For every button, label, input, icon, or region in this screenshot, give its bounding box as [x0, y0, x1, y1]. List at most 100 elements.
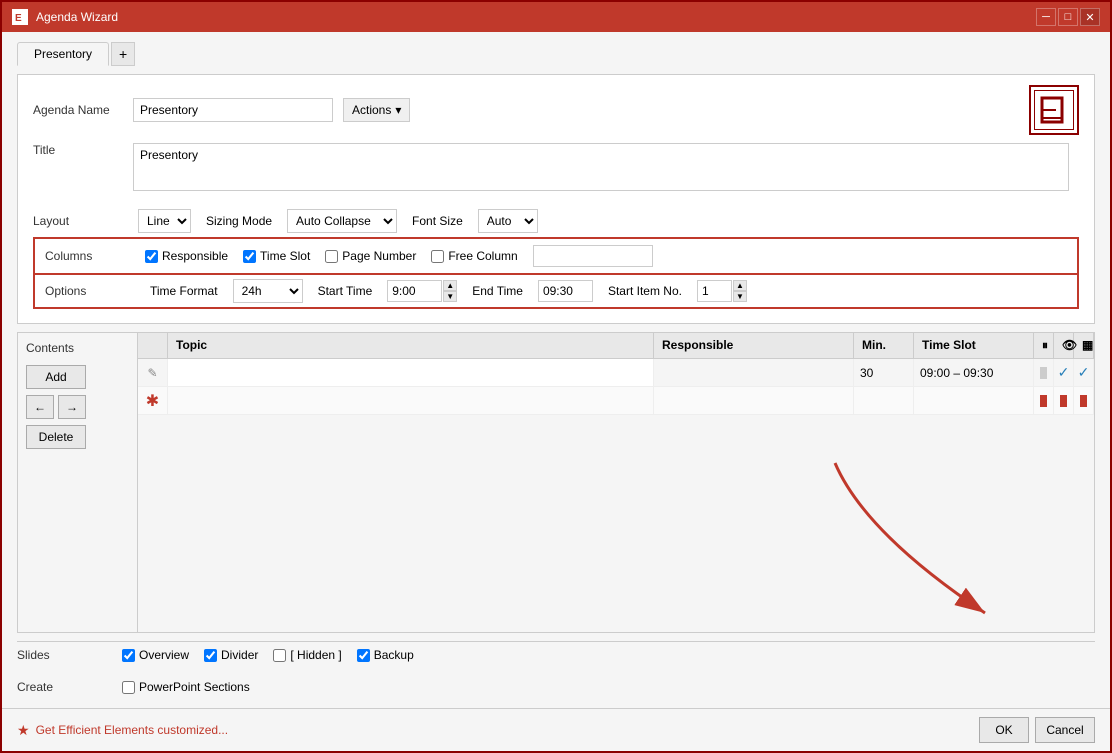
- header-min: Min.: [854, 333, 914, 358]
- options-row: Options Time Format 24h Start Time ▲ ▼ E…: [33, 275, 1079, 309]
- divider-checkbox[interactable]: [204, 649, 217, 662]
- slides-label: Slides: [17, 648, 107, 662]
- responsible-checkbox[interactable]: [145, 250, 158, 263]
- header-pause: ⏸: [1034, 333, 1054, 358]
- add-button[interactable]: Add: [26, 365, 86, 389]
- grid-cell: ✓: [1074, 359, 1094, 386]
- time-slot-checkbox[interactable]: [243, 250, 256, 263]
- hidden-checkbox[interactable]: [273, 649, 286, 662]
- free-column-checkbox-item[interactable]: Free Column: [431, 249, 517, 263]
- responsible-checkbox-item[interactable]: Responsible: [145, 249, 228, 263]
- window-title: Agenda Wizard: [36, 10, 118, 24]
- actions-button[interactable]: Actions ▾: [343, 98, 410, 122]
- new-topic-cell: [168, 387, 654, 414]
- form-section: Agenda Name Actions ▾: [17, 74, 1095, 324]
- header-responsible: Responsible: [654, 333, 854, 358]
- free-column-checkbox[interactable]: [431, 250, 444, 263]
- new-eye-indicator[interactable]: [1060, 395, 1067, 407]
- font-size-label: Font Size: [412, 214, 463, 228]
- grid-icon: ▦: [1082, 338, 1093, 352]
- new-responsible-cell: [654, 387, 854, 414]
- contents-label: Contents: [26, 341, 74, 355]
- start-time-up-btn[interactable]: ▲: [443, 280, 457, 291]
- maximize-button[interactable]: □: [1058, 8, 1078, 26]
- app-logo: [1029, 85, 1079, 135]
- font-size-select[interactable]: Auto: [478, 209, 538, 233]
- table-header: Topic Responsible Min. Time Slot ⏸ 👁 ▦: [138, 333, 1094, 359]
- start-item-up-btn[interactable]: ▲: [733, 280, 747, 291]
- topic-cell[interactable]: [168, 359, 654, 386]
- sizing-mode-select[interactable]: Auto Collapse: [287, 209, 397, 233]
- header-time-slot: Time Slot: [914, 333, 1034, 358]
- overview-checkbox-item[interactable]: Overview: [122, 648, 189, 662]
- footer-link[interactable]: ★ Get Efficient Elements customized...: [17, 722, 228, 739]
- title-bar: E Agenda Wizard ─ □ ✕: [2, 2, 1110, 32]
- create-label: Create: [17, 680, 107, 694]
- overview-checkbox[interactable]: [122, 649, 135, 662]
- slides-section: Slides Overview Divider [ Hidden ] Backu…: [17, 641, 1095, 668]
- new-grid-indicator[interactable]: [1080, 395, 1087, 407]
- header-icon: [138, 333, 168, 358]
- divider-checkbox-item[interactable]: Divider: [204, 648, 258, 662]
- powerpoint-sections-checkbox[interactable]: [122, 681, 135, 694]
- footer-buttons: OK Cancel: [979, 717, 1095, 743]
- eye-cell: ✓: [1054, 359, 1074, 386]
- backup-checkbox-item[interactable]: Backup: [357, 648, 414, 662]
- page-number-checkbox-item[interactable]: Page Number: [325, 249, 416, 263]
- backup-checkbox[interactable]: [357, 649, 370, 662]
- footer: ★ Get Efficient Elements customized... O…: [2, 708, 1110, 751]
- free-column-input[interactable]: [533, 245, 653, 267]
- start-time-input[interactable]: [387, 280, 442, 302]
- pause-cell: [1034, 359, 1054, 386]
- new-min-cell: [854, 387, 914, 414]
- time-format-select[interactable]: 24h: [233, 279, 303, 303]
- close-button[interactable]: ✕: [1080, 8, 1100, 26]
- end-time-label: End Time: [472, 284, 523, 298]
- options-label: Options: [45, 284, 135, 298]
- ok-button[interactable]: OK: [979, 717, 1029, 743]
- time-slot-cell: 09:00 – 09:30: [914, 359, 1034, 386]
- layout-select[interactable]: Line: [138, 209, 191, 233]
- pause-indicator[interactable]: [1040, 367, 1047, 379]
- minimize-button[interactable]: ─: [1036, 8, 1056, 26]
- tab-presentory[interactable]: Presentory: [17, 42, 109, 66]
- contents-table: Topic Responsible Min. Time Slot ⏸ 👁 ▦: [138, 333, 1094, 632]
- header-eye: 👁: [1054, 333, 1074, 358]
- start-item-input[interactable]: [697, 280, 732, 302]
- start-item-label: Start Item No.: [608, 284, 682, 298]
- cancel-button[interactable]: Cancel: [1035, 717, 1095, 743]
- add-tab-button[interactable]: +: [111, 42, 135, 66]
- grid-check: ✓: [1078, 364, 1090, 381]
- table-row: ✱: [138, 387, 1094, 415]
- app-icon: E: [12, 9, 28, 25]
- agenda-name-input[interactable]: [133, 98, 333, 122]
- new-row-icon: ✱: [138, 387, 168, 414]
- new-eye-cell: [1054, 387, 1074, 414]
- time-format-label: Time Format: [150, 284, 218, 298]
- left-arrow-button[interactable]: ←: [26, 395, 54, 419]
- star-icon: ★: [17, 722, 30, 739]
- page-number-checkbox[interactable]: [325, 250, 338, 263]
- end-time-input[interactable]: [538, 280, 593, 302]
- header-grid: ▦: [1074, 333, 1094, 358]
- min-cell: 30: [854, 359, 914, 386]
- agenda-name-row: Agenda Name Actions ▾: [33, 85, 1079, 135]
- table-row: ✎ 30 09:00 – 09:30: [138, 359, 1094, 387]
- powerpoint-sections-checkbox-item[interactable]: PowerPoint Sections: [122, 680, 250, 694]
- title-label: Title: [33, 143, 123, 157]
- contents-area: Contents Add ← → Delete Topic Responsibl…: [17, 332, 1095, 633]
- title-input[interactable]: Presentory: [133, 143, 1069, 191]
- topic-input[interactable]: [168, 363, 653, 383]
- agenda-name-label: Agenda Name: [33, 103, 123, 117]
- hidden-checkbox-item[interactable]: [ Hidden ]: [273, 648, 341, 662]
- new-pause-indicator[interactable]: [1040, 395, 1047, 407]
- start-item-down-btn[interactable]: ▼: [733, 291, 747, 302]
- start-time-down-btn[interactable]: ▼: [443, 291, 457, 302]
- time-slot-checkbox-item[interactable]: Time Slot: [243, 249, 310, 263]
- delete-button[interactable]: Delete: [26, 425, 86, 449]
- new-grid-cell: [1074, 387, 1094, 414]
- new-pause-cell: [1034, 387, 1054, 414]
- table-body: ✎ 30 09:00 – 09:30: [138, 359, 1094, 632]
- tab-bar: Presentory +: [17, 42, 1095, 66]
- right-arrow-button[interactable]: →: [58, 395, 86, 419]
